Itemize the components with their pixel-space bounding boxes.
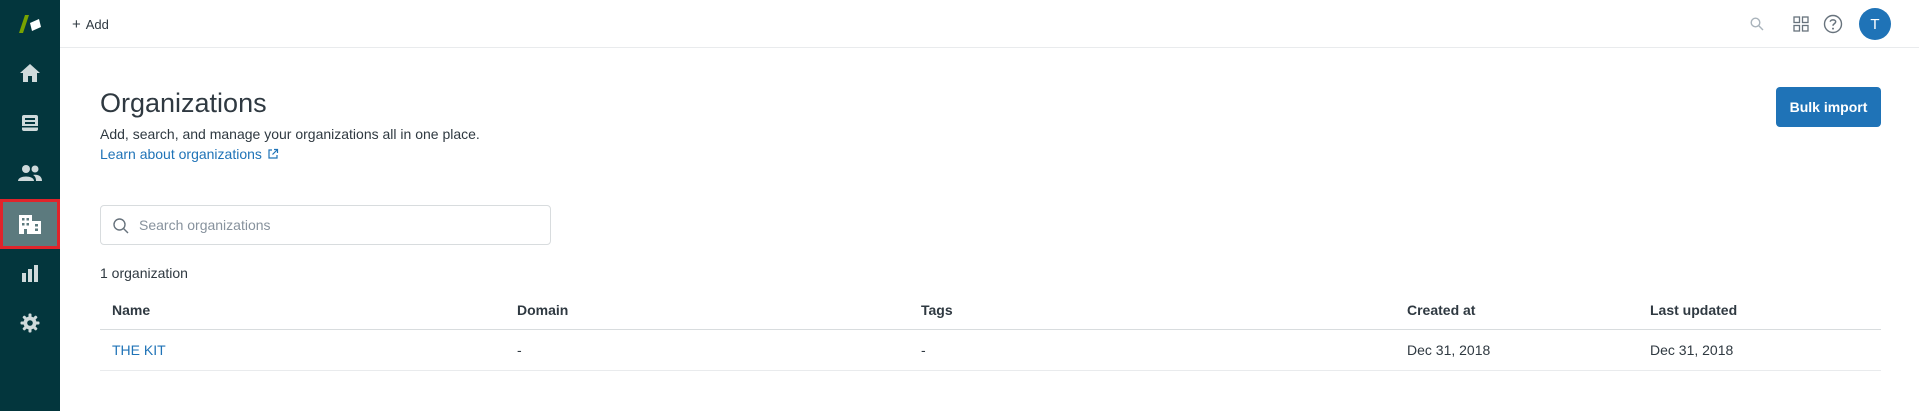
search-icon	[113, 218, 129, 234]
learn-about-organizations-link[interactable]: Learn about organizations	[100, 146, 279, 162]
organizations-table: Name Domain Tags Created at Last updated…	[100, 290, 1881, 371]
learn-link-label: Learn about organizations	[100, 146, 262, 162]
apps-grid-icon	[1793, 16, 1809, 32]
organization-domain: -	[517, 342, 522, 358]
organization-name-link[interactable]: THE KIT	[112, 330, 166, 370]
table-header: Name Domain Tags Created at Last updated	[100, 290, 1881, 330]
zendesk-logo-icon	[19, 15, 41, 33]
bulk-import-button[interactable]: Bulk import	[1776, 87, 1881, 127]
column-header-last-updated[interactable]: Last updated	[1650, 290, 1737, 330]
zendesk-logo[interactable]	[0, 0, 60, 48]
column-header-domain[interactable]: Domain	[517, 290, 568, 330]
search-button[interactable]	[1745, 12, 1769, 36]
organization-last-updated: Dec 31, 2018	[1650, 342, 1734, 358]
column-header-name[interactable]: Name	[112, 290, 150, 330]
column-header-created-at[interactable]: Created at	[1407, 290, 1475, 330]
external-link-icon	[268, 148, 279, 159]
help-icon	[1823, 14, 1843, 34]
main-sidebar	[0, 0, 60, 411]
gear-icon	[20, 313, 40, 333]
add-button-label: Add	[85, 16, 109, 32]
sidebar-item-views[interactable]	[0, 99, 60, 147]
inbox-icon	[22, 115, 38, 131]
search-icon	[1750, 17, 1764, 31]
page-title: Organizations	[100, 88, 267, 118]
results-count: 1 organization	[100, 265, 188, 281]
user-avatar[interactable]: T	[1859, 8, 1891, 40]
sidebar-item-organizations[interactable]	[0, 199, 60, 249]
avatar-initial: T	[1870, 15, 1880, 33]
sidebar-item-reporting[interactable]	[0, 249, 60, 297]
users-icon	[18, 165, 42, 181]
search-field[interactable]	[100, 205, 551, 245]
bar-chart-icon	[22, 265, 38, 282]
building-icon	[19, 215, 41, 234]
help-button[interactable]	[1821, 12, 1845, 36]
top-bar: + Add T	[60, 0, 1919, 48]
add-button[interactable]: + Add	[72, 14, 109, 34]
page-subtitle: Add, search, and manage your organizatio…	[100, 126, 480, 142]
sidebar-item-admin[interactable]	[0, 299, 60, 347]
organization-created-at: Dec 31, 2018	[1407, 342, 1491, 358]
sidebar-item-customers[interactable]	[0, 149, 60, 197]
search-organizations-input[interactable]	[137, 206, 542, 244]
home-icon	[20, 64, 40, 82]
sidebar-item-home[interactable]	[0, 49, 60, 97]
apps-button[interactable]	[1789, 12, 1813, 36]
plus-icon: +	[72, 15, 81, 33]
column-header-tags[interactable]: Tags	[921, 290, 953, 330]
table-row[interactable]: THE KIT - - Dec 31, 2018 Dec 31, 2018	[100, 330, 1881, 371]
organization-tags: -	[921, 342, 926, 358]
